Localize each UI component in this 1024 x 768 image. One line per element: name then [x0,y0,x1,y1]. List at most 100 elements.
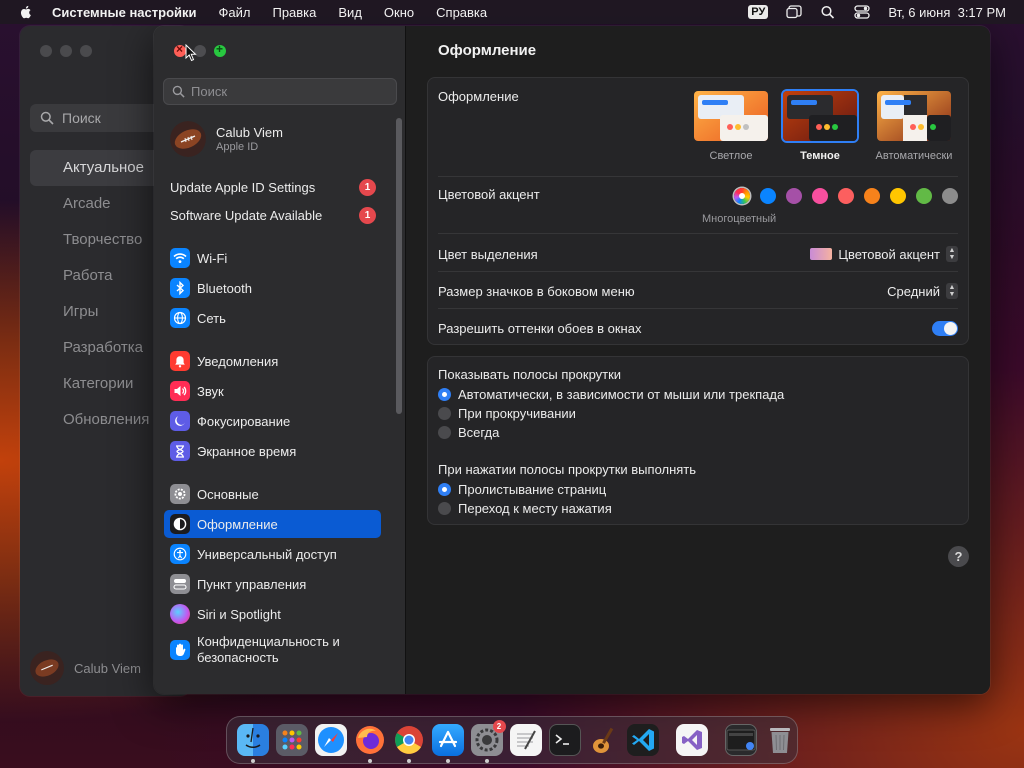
sidebar-item-siri-spotlight[interactable]: Siri и Spotlight [164,600,381,628]
highlight-color-popup[interactable]: Цветовой акцент ▲ ▼ [810,246,958,262]
accent-swatch-yellow[interactable] [890,188,906,204]
safari-icon[interactable] [314,724,347,756]
sidebar-item-general[interactable]: Основные [164,480,381,508]
launchpad-icon[interactable] [275,724,308,756]
spotlight-search-icon[interactable] [820,5,836,19]
terminal-icon[interactable] [548,724,581,756]
notice-update-apple-id[interactable]: Update Apple ID Settings 1 [170,179,376,196]
auto-theme-thumbnail [875,89,953,143]
input-source-indicator[interactable]: РУ [748,5,769,19]
accent-swatch-purple[interactable] [786,188,802,204]
textedit-icon[interactable] [509,724,542,756]
theme-option-light[interactable]: Светлое [691,89,771,162]
sidebar-item-appearance[interactable]: Оформление [164,510,381,538]
accent-swatch-multicolor[interactable] [734,188,750,204]
sidebar-item-network[interactable]: Сеть [164,304,381,332]
scrollbar-option-when-scrolling[interactable]: При прокручивании [438,406,576,421]
accent-swatch-graphite[interactable] [942,188,958,204]
sidebar-item-label: Основные [197,486,259,502]
sidebar-item-privacy-security[interactable]: Конфиденциальность и безопасность [164,631,381,669]
light-theme-thumbnail [692,89,770,143]
scroll-click-option-jump[interactable]: Переход к месту нажатия [438,501,612,516]
sidebar-item-bluetooth[interactable]: Bluetooth [164,274,381,302]
chrome-icon[interactable] [393,724,425,763]
menu-app-name[interactable]: Системные настройки [52,5,197,20]
sidebar-item-label: Уведомления [197,353,279,369]
radio-button[interactable] [438,483,451,496]
menu-clock[interactable]: Вт, 6 июня 3:17 PM [888,5,1006,20]
appearance-icon [170,514,190,534]
dock: 2 [226,716,798,764]
sidebar-item-wifi[interactable]: Wi-Fi [164,244,381,272]
sidebar-search-input[interactable] [191,84,391,99]
scroll-click-option-page[interactable]: Пролистывание страниц [438,482,606,497]
minimized-window-thumbnail-icon[interactable] [724,724,757,756]
sidebar-item-sound[interactable]: Звук [164,377,381,405]
notice-badge: 1 [359,207,376,224]
highlight-color-swatch [810,248,833,260]
theme-label: Автоматически [875,150,953,162]
notice-software-update[interactable]: Software Update Available 1 [170,207,376,224]
visual-studio-icon[interactable] [675,724,708,756]
radio-button[interactable] [438,426,451,439]
highlight-color-value: Цветовой акцент [838,246,940,262]
finder-icon[interactable] [236,724,269,763]
system-settings-icon[interactable]: 2 [470,720,506,763]
speaker-icon [170,381,190,401]
sidebar-item-screen-time[interactable]: Экранное время [164,437,381,465]
garageband-icon[interactable] [588,724,620,756]
trash-icon[interactable] [764,724,796,756]
theme-option-dark[interactable]: Темное [780,89,860,162]
divider [438,308,958,309]
running-indicator [484,759,489,763]
mouse-cursor-icon [185,44,197,62]
background-window-controls [40,45,92,57]
firefox-icon[interactable] [354,724,386,763]
menu-file[interactable]: Файл [219,5,251,20]
help-button[interactable]: ? [948,546,969,567]
sidebar-item-label: Звук [197,383,224,399]
chevron-updown-icon: ▲ ▼ [946,246,958,262]
bg-minimize-button[interactable] [60,45,72,57]
sidebar-icon-size-popup[interactable]: Средний ▲ ▼ [887,283,958,299]
stage-manager-icon[interactable] [786,5,802,19]
menu-window[interactable]: Окно [384,5,414,20]
bg-zoom-button[interactable] [80,45,92,57]
sidebar-scrollbar[interactable] [396,118,402,414]
accent-swatch-pink[interactable] [812,188,828,204]
accent-swatch-green[interactable] [916,188,932,204]
hourglass-icon [170,441,190,461]
sidebar-item-notifications[interactable]: Уведомления [164,347,381,375]
bg-user-account[interactable]: Calub Viem [30,651,141,685]
sidebar-item-accessibility[interactable]: Универсальный доступ [164,540,381,568]
app-store-icon[interactable] [431,724,464,763]
accent-swatch-orange[interactable] [864,188,880,204]
page-title: Оформление [438,42,537,59]
vscode-icon[interactable] [626,724,659,756]
radio-button[interactable] [438,502,451,515]
menu-help[interactable]: Справка [436,5,487,20]
menu-edit[interactable]: Правка [272,5,316,20]
zoom-button[interactable] [214,42,226,57]
wallpaper-tinting-toggle[interactable] [932,321,958,336]
radio-button[interactable] [438,388,451,401]
apple-id-profile[interactable]: Calub Viem Apple ID [170,121,283,157]
menu-view[interactable]: Вид [338,5,362,20]
apple-logo-icon[interactable] [18,4,34,20]
window-controls [174,42,226,57]
bluetooth-icon [170,278,190,298]
sidebar-search[interactable] [163,78,397,105]
control-center-icon[interactable] [854,5,870,19]
theme-option-auto[interactable]: Автоматически [874,89,954,162]
accent-swatch-red[interactable] [838,188,854,204]
globe-icon [170,308,190,328]
scrollbar-option-always[interactable]: Всегда [438,425,499,440]
bg-close-button[interactable] [40,45,52,57]
accent-swatch-blue[interactable] [760,188,776,204]
sidebar-item-control-center[interactable]: Пункт управления [164,570,381,598]
running-indicator [367,759,372,763]
radio-button[interactable] [438,407,451,420]
profile-name: Calub Viem [216,125,283,140]
scrollbar-option-auto[interactable]: Автоматически, в зависимости от мыши или… [438,387,784,402]
sidebar-item-focus[interactable]: Фокусирование [164,407,381,435]
